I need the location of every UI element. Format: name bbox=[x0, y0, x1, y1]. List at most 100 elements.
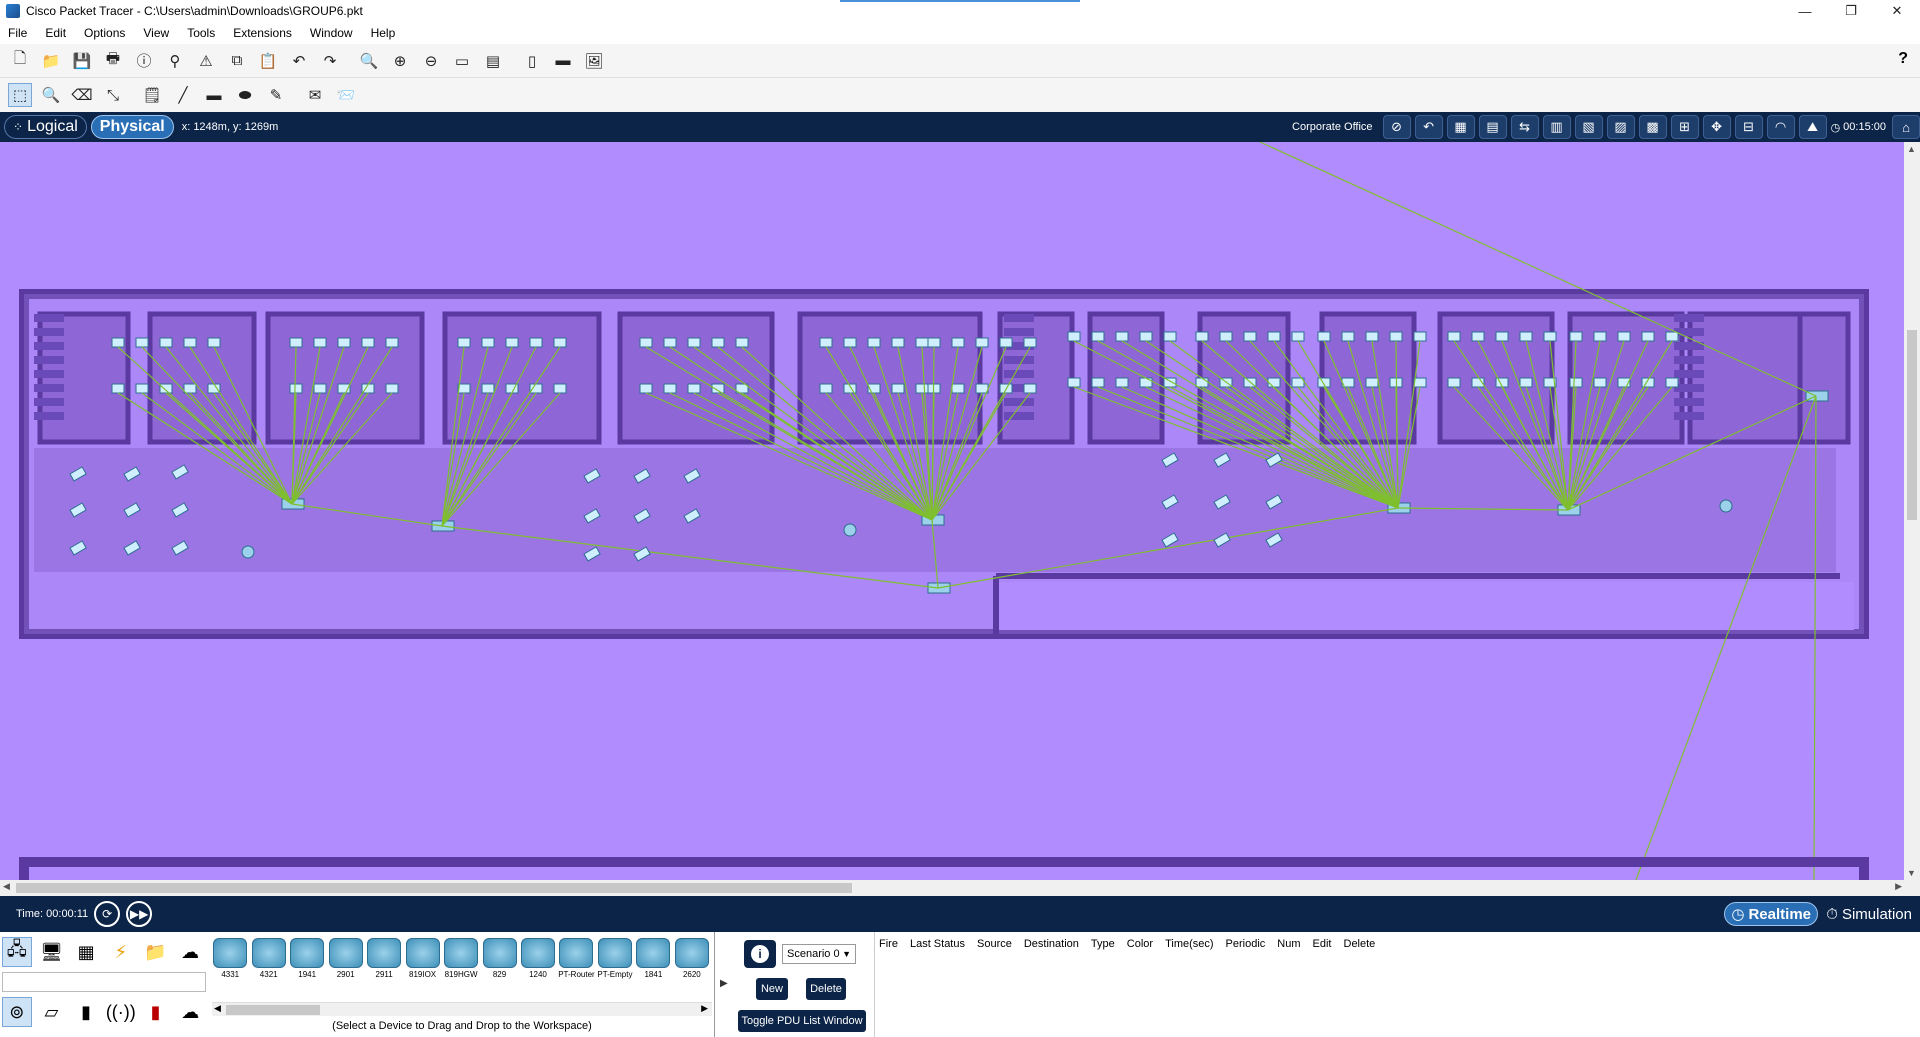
device-model-4331[interactable]: 4331 bbox=[212, 934, 248, 1002]
menu-options[interactable]: Options bbox=[84, 26, 125, 40]
new-cluster-icon[interactable]: ▤ bbox=[1478, 115, 1507, 139]
paste-icon[interactable]: 📋 bbox=[256, 49, 280, 73]
new-closet-icon[interactable]: ▧ bbox=[1574, 115, 1603, 139]
home-icon[interactable]: ⌂ bbox=[1892, 115, 1920, 139]
copy-icon[interactable]: ⧉ bbox=[225, 49, 249, 73]
menu-extensions[interactable]: Extensions bbox=[233, 26, 292, 40]
vertical-scroll-thumb[interactable] bbox=[1907, 330, 1917, 520]
miscellaneous-category-icon[interactable]: 📁 bbox=[141, 937, 171, 967]
physical-workspace[interactable] bbox=[0, 142, 1904, 880]
components-category-icon[interactable]: ▦ bbox=[71, 937, 101, 967]
device-model-pt-router[interactable]: PT-Router bbox=[558, 934, 595, 1002]
minimize-button[interactable]: — bbox=[1782, 0, 1828, 22]
open-folder-icon[interactable]: 📁 bbox=[39, 49, 63, 73]
add-complex-pdu-icon[interactable]: 📨 bbox=[334, 83, 358, 107]
freeform-icon[interactable]: ✎ bbox=[264, 83, 288, 107]
switches-subcategory-icon[interactable]: ▱ bbox=[37, 997, 67, 1027]
new-file-icon[interactable]: 🗋 bbox=[8, 49, 32, 73]
set-tiled-background-clock[interactable]: ◷ 00:15:00 bbox=[1831, 121, 1886, 134]
scenario-select[interactable]: Scenario 0 ▼ bbox=[782, 944, 856, 964]
network-devices-category-icon[interactable]: 🖧 bbox=[2, 937, 32, 967]
menu-tools[interactable]: Tools bbox=[187, 26, 215, 40]
device-model-pt-empty[interactable]: PT-Empty bbox=[597, 934, 633, 1002]
place-note-icon[interactable]: 🗒 bbox=[140, 83, 164, 107]
horizontal-scroll-thumb[interactable] bbox=[16, 883, 852, 893]
scroll-left-icon[interactable]: ◀ bbox=[3, 881, 10, 892]
drawing-palette-icon[interactable]: ▭ bbox=[450, 49, 474, 73]
grid-icon[interactable]: ⊞ bbox=[1670, 115, 1699, 139]
wireless-subcategory-icon[interactable]: ((·)) bbox=[106, 997, 136, 1027]
hubs-subcategory-icon[interactable]: ▮ bbox=[71, 997, 101, 1027]
back-icon[interactable]: ↶ bbox=[1414, 115, 1443, 139]
image-icon[interactable]: 🖼 bbox=[582, 49, 606, 73]
vertical-scrollbar[interactable]: ▲ ▼ bbox=[1904, 142, 1920, 880]
menu-file[interactable]: File bbox=[8, 26, 27, 40]
draw-rectangle-icon[interactable]: ▬ bbox=[202, 83, 226, 107]
new-scenario-button[interactable]: New bbox=[756, 978, 788, 1000]
delete-icon[interactable]: ⌫ bbox=[70, 83, 94, 107]
new-city-icon[interactable]: ▩ bbox=[1638, 115, 1667, 139]
close-button[interactable]: ✕ bbox=[1874, 0, 1920, 22]
connections-category-icon[interactable]: ⚡ bbox=[106, 937, 136, 967]
tile-icon[interactable]: ⊟ bbox=[1734, 115, 1763, 139]
move-icon[interactable]: ✥ bbox=[1702, 115, 1731, 139]
multiuser-category-icon[interactable]: ☁ bbox=[175, 937, 205, 967]
add-simple-pdu-icon[interactable]: ✉ bbox=[303, 83, 327, 107]
routers-subcategory-icon[interactable]: ⊚ bbox=[2, 997, 32, 1027]
pdu-list-icon[interactable]: ▯ bbox=[520, 49, 544, 73]
redo-icon[interactable]: ↷ bbox=[318, 49, 342, 73]
device-model-1240[interactable]: 1240 bbox=[520, 934, 556, 1002]
device-scroll-thumb[interactable] bbox=[226, 1005, 320, 1015]
server-icon[interactable]: ▬ bbox=[551, 49, 575, 73]
device-scroll-right-icon[interactable]: ▶ bbox=[701, 1003, 708, 1014]
draw-line-icon[interactable]: ╱ bbox=[171, 83, 195, 107]
simulation-mode-button[interactable]: ⏱ Simulation bbox=[1822, 902, 1916, 926]
device-model-2911[interactable]: 2911 bbox=[366, 934, 402, 1002]
device-scroll-left-icon[interactable]: ◀ bbox=[214, 1003, 221, 1014]
power-cycle-icon[interactable]: ⟳ bbox=[94, 901, 121, 927]
physical-mode-button[interactable]: Physical bbox=[90, 115, 174, 139]
custom-device-icon[interactable]: ▤ bbox=[481, 49, 505, 73]
device-model-829[interactable]: 829 bbox=[481, 934, 517, 1002]
device-model-4321[interactable]: 4321 bbox=[250, 934, 286, 1002]
device-model-819hgw[interactable]: 819HGW bbox=[443, 934, 479, 1002]
scroll-right-icon[interactable]: ▶ bbox=[1895, 881, 1902, 892]
background-image-icon[interactable]: ⛰ bbox=[1798, 115, 1827, 139]
end-devices-category-icon[interactable]: 🖥 bbox=[37, 937, 67, 967]
horizontal-scrollbar[interactable]: ◀ ▶ bbox=[0, 880, 1920, 896]
menu-view[interactable]: View bbox=[143, 26, 169, 40]
select-icon[interactable]: ⬚ bbox=[8, 83, 32, 107]
device-search-box[interactable] bbox=[2, 972, 206, 992]
device-model-1941[interactable]: 1941 bbox=[289, 934, 325, 1002]
menu-edit[interactable]: Edit bbox=[45, 26, 66, 40]
fast-forward-icon[interactable]: ▶▶ bbox=[126, 901, 153, 927]
save-icon[interactable]: 💾 bbox=[70, 49, 94, 73]
zoom-reset-icon[interactable]: ⊕ bbox=[388, 49, 412, 73]
inspect-icon[interactable]: 🔍 bbox=[39, 83, 63, 107]
wan-emulation-subcategory-icon[interactable]: ☁ bbox=[175, 997, 205, 1027]
logical-mode-button[interactable]: ⁘ Logical bbox=[4, 115, 87, 139]
help-icon[interactable]: ? bbox=[1898, 50, 1908, 68]
print-icon[interactable]: 🖶 bbox=[101, 49, 125, 73]
navigation-icon[interactable]: ⊘ bbox=[1382, 115, 1411, 139]
info-icon[interactable]: ⓘ bbox=[132, 49, 156, 73]
move-object-icon[interactable]: ⇆ bbox=[1510, 115, 1539, 139]
menu-window[interactable]: Window bbox=[310, 26, 353, 40]
security-subcategory-icon[interactable]: ▮ bbox=[141, 997, 171, 1027]
building-icon[interactable]: ▦ bbox=[1446, 115, 1475, 139]
new-building-icon[interactable]: ▨ bbox=[1606, 115, 1635, 139]
scroll-down-icon[interactable]: ▼ bbox=[1907, 868, 1916, 878]
scenario-info-button[interactable]: i bbox=[744, 940, 776, 968]
wireless-icon[interactable]: ◠ bbox=[1766, 115, 1795, 139]
collapse-arrow-icon[interactable]: ▶ bbox=[720, 978, 728, 989]
undo-icon[interactable]: ↶ bbox=[287, 49, 311, 73]
activity-wizard-icon[interactable]: ⚠ bbox=[194, 49, 218, 73]
delete-scenario-button[interactable]: Delete bbox=[806, 978, 846, 1000]
network-info-icon[interactable]: ⚲ bbox=[163, 49, 187, 73]
scroll-up-icon[interactable]: ▲ bbox=[1907, 144, 1916, 154]
device-model-1841[interactable]: 1841 bbox=[635, 934, 671, 1002]
zoom-out-icon[interactable]: ⊖ bbox=[419, 49, 443, 73]
device-model-2620[interactable]: 2620 bbox=[674, 934, 710, 1002]
resize-shape-icon[interactable]: ⤡ bbox=[101, 83, 125, 107]
device-model-2901[interactable]: 2901 bbox=[327, 934, 363, 1002]
